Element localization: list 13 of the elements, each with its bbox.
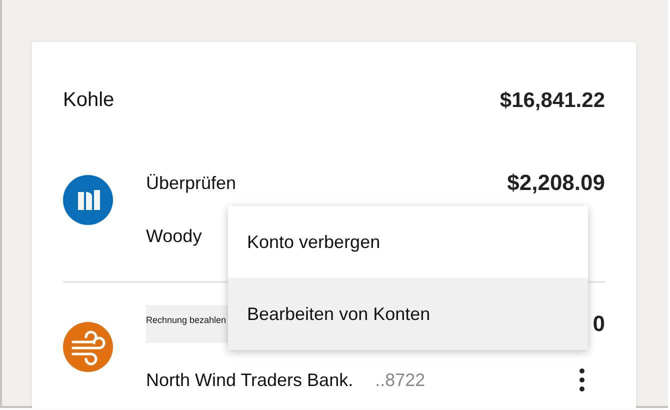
more-options-icon[interactable] xyxy=(579,368,585,392)
wind-logo-icon xyxy=(63,322,113,372)
account-amount: $2,208.09 xyxy=(507,170,605,196)
account-number: ..8722 xyxy=(375,370,426,390)
group-total: $16,841.22 xyxy=(500,88,605,112)
account-name: Überprüfen xyxy=(146,172,236,194)
menu-item[interactable]: Bearbeiten von Konten xyxy=(228,278,588,350)
group-title: Kohle xyxy=(63,89,114,112)
account-amount: 0 xyxy=(592,311,605,337)
menu-item[interactable]: Konto verbergen xyxy=(228,206,588,278)
bank-logo-icon xyxy=(63,175,113,225)
account-owner: North Wind Traders Bank. xyxy=(146,370,354,390)
account-owner: Woody xyxy=(146,226,202,246)
